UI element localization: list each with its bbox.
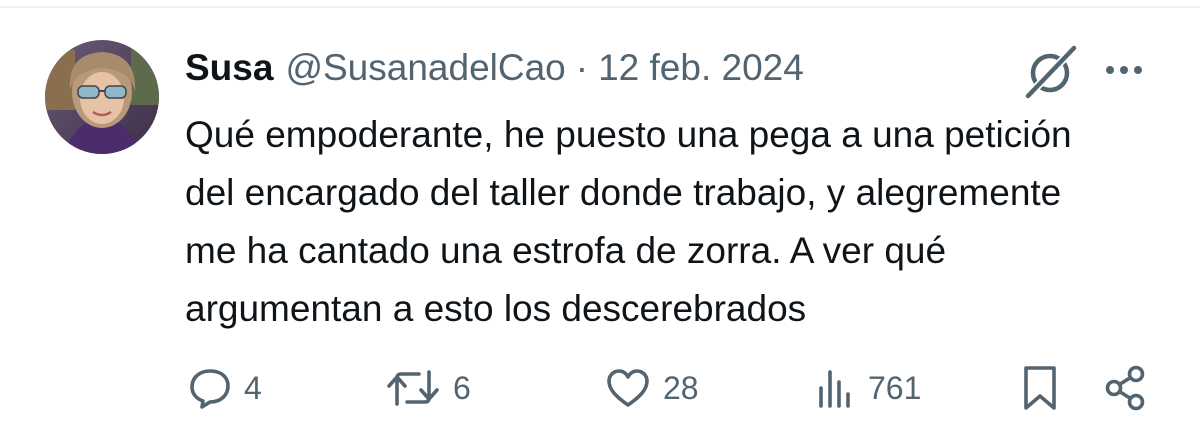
reply-button[interactable]: 4 — [188, 360, 262, 416]
more-icon[interactable] — [1100, 58, 1148, 82]
share-button[interactable] — [1103, 360, 1149, 416]
reply-count: 4 — [244, 369, 262, 406]
reply-icon — [188, 366, 232, 410]
views-icon — [814, 366, 856, 410]
like-button[interactable]: 28 — [605, 360, 699, 416]
retweet-button[interactable]: 6 — [385, 360, 471, 416]
share-icon — [1103, 364, 1149, 412]
action-bar: 4 6 28 761 — [0, 360, 1200, 420]
tweet[interactable]: Susa @SusanadelCao · 12 feb. 2024 Qué em… — [0, 0, 1200, 442]
retweet-count: 6 — [453, 369, 471, 406]
bookmark-icon — [1020, 364, 1060, 412]
handle[interactable]: @SusanadelCao — [285, 47, 565, 89]
display-name[interactable]: Susa — [185, 47, 273, 89]
like-icon — [605, 366, 651, 410]
bookmark-button[interactable] — [1020, 360, 1060, 416]
separator-dot: · — [575, 47, 589, 88]
like-count: 28 — [663, 369, 699, 406]
retweet-icon — [385, 366, 441, 410]
views-count: 761 — [868, 369, 922, 406]
tweet-date[interactable]: 12 feb. 2024 — [598, 47, 804, 89]
tweet-text: Qué empoderante, he puesto una pega a un… — [185, 114, 1072, 329]
views-button[interactable]: 761 — [814, 360, 921, 416]
avatar[interactable] — [45, 40, 159, 154]
grok-icon[interactable] — [1020, 40, 1082, 102]
tweet-header: Susa @SusanadelCao · 12 feb. 2024 — [185, 44, 804, 92]
